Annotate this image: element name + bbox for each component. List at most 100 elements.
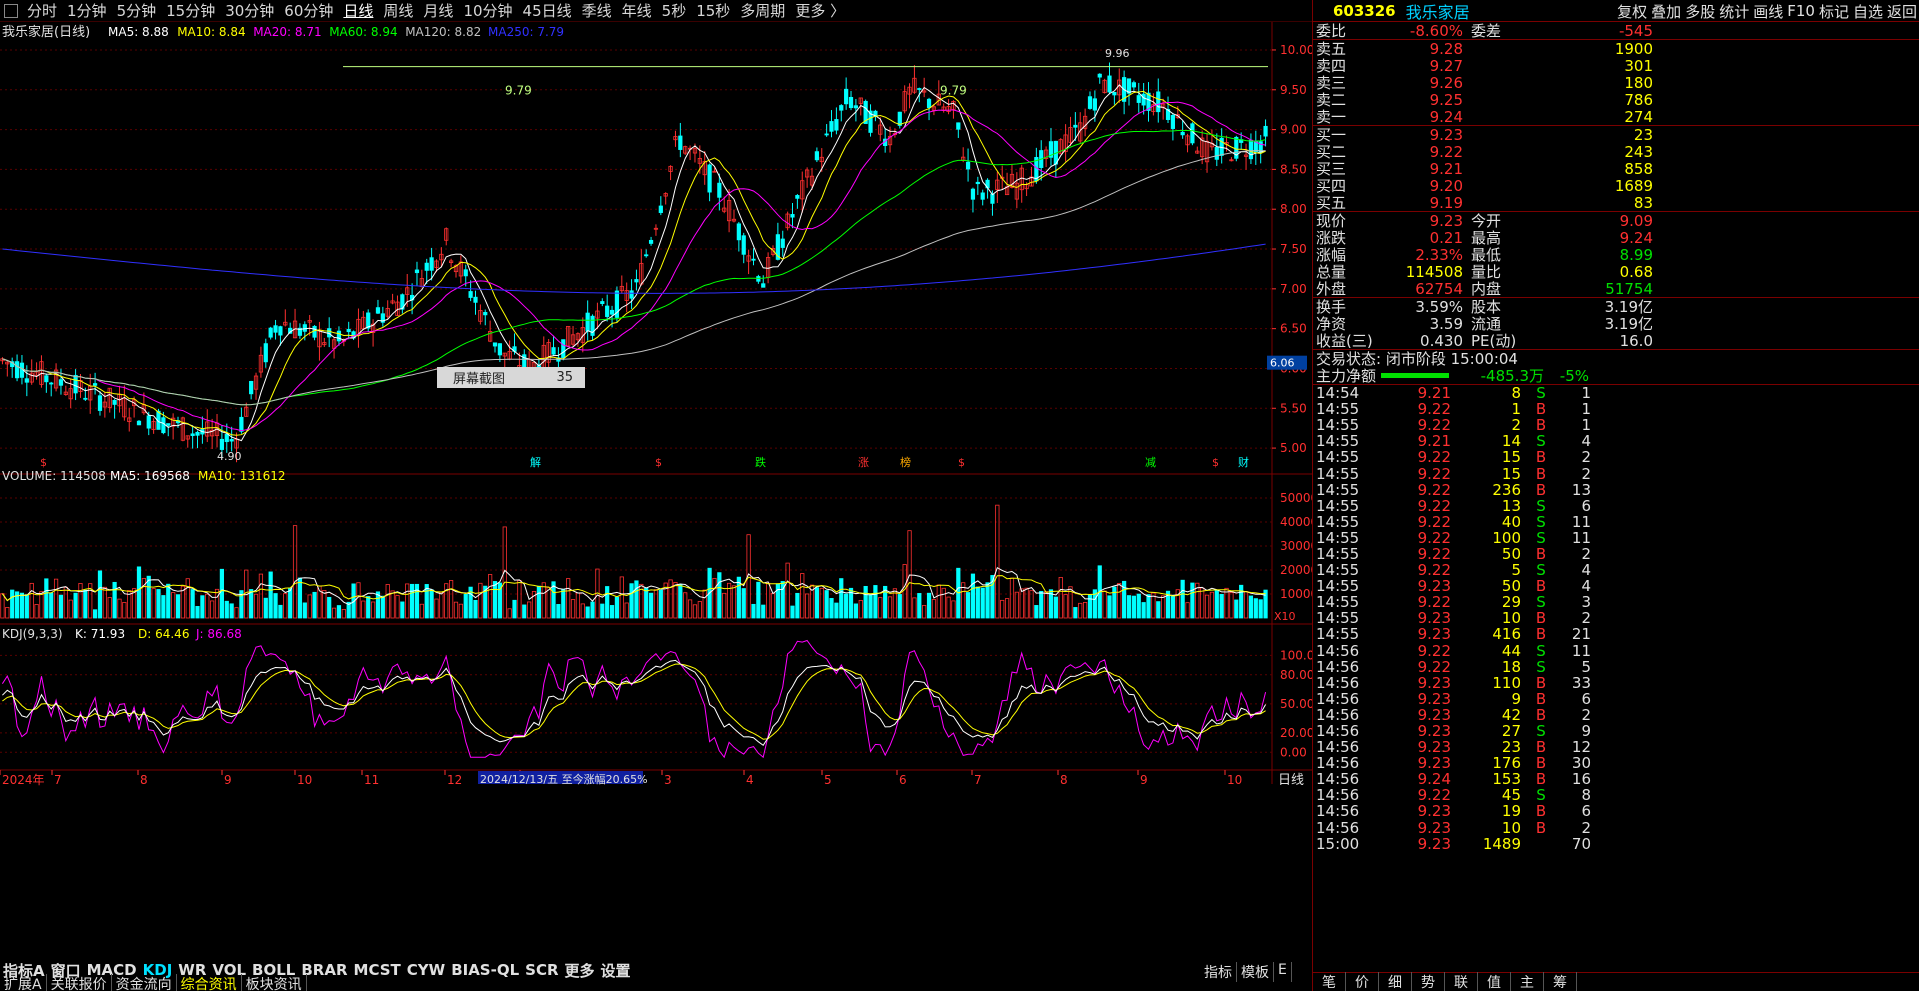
volume-bar (1170, 594, 1176, 619)
period-tab-2[interactable]: 5分钟 (112, 0, 162, 21)
quote-tab-2[interactable]: 细 (1379, 972, 1412, 991)
period-tab-16[interactable]: 更多 〉 (790, 0, 850, 21)
template-tab-1[interactable]: 模板 (1237, 962, 1274, 982)
volume-bar (492, 581, 498, 619)
menu-icon[interactable] (4, 3, 18, 18)
volume-bar (312, 591, 317, 619)
tick-row: 14:55 9.22 5 S 4 (1313, 561, 1919, 579)
tick-list[interactable]: 14:54 9.21 8 S 1 14:55 9.22 1 B 1 14:55 9.22 2 B 1 14:5… (1313, 384, 1919, 853)
period-tab-12[interactable]: 年线 (617, 0, 657, 21)
sell-volume: 301 (1624, 56, 1653, 75)
quote-tab-4[interactable]: 联 (1445, 972, 1478, 991)
volume-bar (419, 603, 424, 619)
period-tab-4[interactable]: 30分钟 (220, 0, 279, 21)
candle-body (263, 343, 268, 363)
volume-bar (658, 589, 663, 619)
info-tab-1[interactable]: 关联报价 (47, 973, 112, 991)
candle-body (375, 307, 381, 314)
template-tab-2[interactable]: E (1274, 962, 1292, 982)
volume-bar (1102, 590, 1107, 619)
stat-value: 9.23 (1429, 211, 1463, 230)
tick-row: 14:56 9.24 153 B 16 (1313, 770, 1919, 788)
ma-legend-1: MA10: 8.84 (177, 25, 245, 39)
period-tab-10[interactable]: 45日线 (518, 0, 577, 21)
candle-body (561, 339, 566, 359)
period-tab-1[interactable]: 1分钟 (62, 0, 112, 21)
indicator-tab-10[interactable]: BIAS-QL (448, 961, 522, 979)
volume-bar (156, 589, 161, 619)
candle-body (1073, 124, 1078, 128)
candle-body (1136, 95, 1141, 103)
candle-body (848, 96, 854, 109)
candle-body (551, 347, 556, 355)
period-tab-13[interactable]: 5秒 (657, 0, 692, 21)
volume-bar (102, 586, 107, 619)
candle-body (1092, 98, 1097, 111)
period-tabs: 分时 1分钟 5分钟 15分钟 30分钟 60分钟 日线 周线 月线 10分钟 45日线 季线 年线 5秒… (22, 0, 850, 22)
quote-tab-6[interactable]: 主 (1511, 972, 1544, 991)
period-tab-0[interactable]: 分时 (22, 0, 62, 21)
quote-tab-7[interactable]: 筹 (1544, 972, 1577, 991)
volume-bar (1126, 595, 1132, 619)
period-tab-8[interactable]: 月线 (418, 0, 458, 21)
indicator-tab-8[interactable]: MCST (351, 961, 404, 979)
volume-bar (175, 594, 181, 619)
period-tab-11[interactable]: 季线 (577, 0, 617, 21)
volume-bar (429, 589, 434, 619)
info-tab-4[interactable]: 板块资讯 (242, 973, 307, 991)
period-tab-14[interactable]: 15秒 (691, 0, 735, 21)
indicator-tab-11[interactable]: SCR (522, 961, 561, 979)
quote-tab-5[interactable]: 值 (1478, 972, 1511, 991)
quote-tab-0[interactable]: 笔 (1313, 972, 1346, 991)
candle-body (92, 383, 98, 386)
period-tab-3[interactable]: 15分钟 (161, 0, 220, 21)
stat-row-3: 总量 114508 量比 0.68 (1313, 263, 1919, 282)
volume-bar (527, 601, 532, 619)
volume-bar (1214, 589, 1219, 619)
quote-tab-1[interactable]: 价 (1346, 972, 1379, 991)
volume-bar (219, 568, 225, 619)
volume-bar (1204, 594, 1210, 619)
candle-body (190, 433, 195, 436)
volume-bar (731, 585, 737, 619)
candle-body (497, 343, 502, 356)
price-axis-label: 5.00 (1280, 441, 1307, 455)
volume-ma5: MA5: 169568 (110, 469, 190, 483)
sell-row-3: 卖二 9.25 786 (1313, 91, 1919, 110)
volume-bar (1029, 590, 1034, 619)
volume-bar (644, 587, 649, 619)
kline-chart-area[interactable]: 10.009.509.008.508.007.507.006.506.005.5… (0, 22, 1312, 962)
indicator-tab-9[interactable]: CYW (404, 961, 448, 979)
candle-body (1141, 93, 1146, 106)
chart-svg[interactable]: 10.009.509.008.508.007.507.006.506.005.5… (0, 22, 1312, 962)
tick-row: 14:55 9.23 10 B 2 (1313, 609, 1919, 627)
kdj-d: D: 64.46 (138, 627, 189, 641)
info-tab-2[interactable]: 资金流向 (112, 973, 177, 991)
volume-bar (53, 578, 59, 619)
candle-body (975, 181, 980, 185)
volume-bar (253, 593, 259, 619)
tick-row: 14:56 9.23 19 B 6 (1313, 802, 1919, 820)
sell-row-1: 卖四 9.27 301 (1313, 56, 1919, 76)
period-tab-9[interactable]: 10分钟 (458, 0, 517, 21)
period-tab-7[interactable]: 周线 (378, 0, 418, 21)
volume-bar (161, 595, 166, 619)
info-tab-row: 扩展A 关联报价 资金流向 综合资讯 板块资讯 (0, 973, 307, 991)
screenshot-tooltip[interactable]: 屏幕截图 35 (437, 367, 585, 388)
quote-tab-3[interactable]: 势 (1412, 972, 1445, 991)
period-tab-6[interactable]: 日线 (338, 0, 378, 21)
tick-row: 14:56 9.22 44 S 11 (1313, 642, 1919, 660)
indicator-tab-12[interactable]: 更多 (562, 960, 598, 981)
period-tab-5[interactable]: 60分钟 (279, 0, 338, 21)
period-tab-15[interactable]: 多周期 (735, 0, 790, 21)
indicator-tab-13[interactable]: 设置 (598, 960, 634, 981)
info-tab-3[interactable]: 综合资讯 (177, 973, 242, 991)
candle-body (302, 324, 307, 332)
volume-bar (268, 571, 273, 619)
template-tab-0[interactable]: 指标 (1200, 962, 1237, 982)
tick-row: 14:56 9.23 110 B 33 (1313, 674, 1919, 692)
ma-line-120 (2, 150, 1266, 406)
candle-body (58, 379, 64, 386)
volume-bar (1112, 586, 1117, 619)
info-tab-0[interactable]: 扩展A (0, 973, 47, 991)
